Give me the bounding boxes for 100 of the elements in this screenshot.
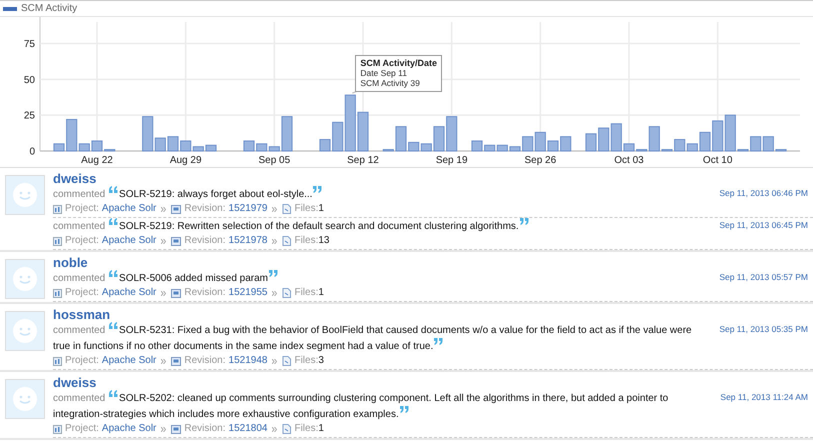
bar[interactable] bbox=[180, 140, 192, 152]
bar[interactable] bbox=[91, 140, 103, 152]
timestamp-link[interactable]: Sep 11, 2013 05:57 PM bbox=[719, 272, 808, 282]
bar[interactable] bbox=[674, 139, 686, 152]
bar[interactable] bbox=[446, 116, 458, 152]
files-label: Files: bbox=[294, 234, 318, 248]
bar[interactable] bbox=[509, 146, 521, 152]
revision-label: Revision: bbox=[184, 354, 226, 368]
timestamp-link[interactable]: Sep 11, 2013 05:35 PM bbox=[719, 324, 808, 334]
bar[interactable] bbox=[547, 140, 559, 152]
project-link[interactable]: Apache Solr bbox=[102, 234, 156, 248]
bar[interactable] bbox=[762, 136, 774, 152]
bar[interactable] bbox=[775, 149, 787, 152]
bar[interactable] bbox=[167, 136, 179, 152]
bar[interactable] bbox=[661, 149, 673, 152]
bar[interactable] bbox=[560, 136, 572, 152]
timestamp-link[interactable]: Sep 11, 2013 11:24 AM bbox=[720, 392, 808, 402]
chevron-icon bbox=[161, 206, 166, 212]
bar[interactable] bbox=[344, 94, 356, 152]
bar[interactable] bbox=[471, 140, 483, 152]
bar[interactable] bbox=[104, 149, 116, 152]
bar[interactable] bbox=[268, 146, 280, 152]
project-label: Project: bbox=[65, 286, 99, 300]
commit-message: commented SOLR-5202: cleaned up comments surrounding clustering component. Left all the algorithms in there, but added a pointer to integration-strategies which includes more exhaustive configuration examples. bbox=[53, 390, 698, 422]
bar[interactable] bbox=[737, 149, 749, 152]
bar[interactable] bbox=[534, 132, 546, 152]
bar[interactable] bbox=[433, 126, 445, 152]
x-tick-label: Oct 10 bbox=[702, 155, 732, 166]
user-name-link[interactable]: hossman bbox=[53, 307, 110, 322]
files-label: Files: bbox=[294, 286, 318, 300]
bar[interactable] bbox=[319, 139, 331, 152]
bar[interactable] bbox=[395, 126, 407, 152]
files-icon bbox=[282, 424, 292, 434]
revision-icon bbox=[171, 288, 182, 298]
tooltip-text: Date Sep 11 bbox=[360, 68, 408, 78]
bar[interactable] bbox=[281, 116, 293, 152]
revision-label: Revision: bbox=[184, 234, 226, 248]
tooltip-text: SCM Activity 39 bbox=[360, 78, 421, 88]
user-name-link[interactable]: dweiss bbox=[53, 375, 96, 390]
bar[interactable] bbox=[724, 114, 736, 152]
bar[interactable] bbox=[648, 126, 660, 152]
bar[interactable] bbox=[610, 123, 622, 152]
x-tick-label: Sep 12 bbox=[347, 155, 379, 166]
bar[interactable] bbox=[243, 140, 255, 152]
project-label: Project: bbox=[65, 202, 99, 216]
project-link[interactable]: Apache Solr bbox=[102, 286, 156, 300]
bar[interactable] bbox=[154, 138, 166, 152]
bar[interactable] bbox=[522, 136, 534, 152]
bar[interactable] bbox=[357, 112, 369, 152]
bar[interactable] bbox=[53, 143, 65, 152]
timestamp-link[interactable]: Sep 11, 2013 06:46 PM bbox=[719, 188, 808, 198]
bar[interactable] bbox=[382, 149, 394, 152]
revision-link[interactable]: 1521979 bbox=[228, 202, 268, 216]
bar[interactable] bbox=[142, 116, 154, 152]
y-tick-label: 50 bbox=[24, 74, 35, 86]
bar[interactable] bbox=[78, 143, 90, 152]
bar[interactable] bbox=[623, 143, 635, 152]
x-tick-label: Aug 29 bbox=[170, 155, 202, 166]
bar[interactable] bbox=[585, 133, 597, 152]
bar[interactable] bbox=[332, 122, 344, 152]
y-tick-label: 0 bbox=[29, 146, 35, 158]
bar[interactable] bbox=[66, 118, 78, 152]
files-label: Files: bbox=[294, 202, 318, 216]
bar[interactable] bbox=[408, 142, 420, 152]
y-tick-label: 75 bbox=[24, 39, 35, 50]
bar[interactable] bbox=[484, 144, 496, 152]
project-link[interactable]: Apache Solr bbox=[102, 354, 156, 368]
x-tick-label: Aug 22 bbox=[81, 155, 113, 166]
timestamp-link[interactable]: Sep 11, 2013 06:45 PM bbox=[719, 220, 808, 230]
bar[interactable] bbox=[712, 120, 724, 152]
revision-link[interactable]: 1521955 bbox=[228, 286, 268, 300]
bar[interactable] bbox=[496, 144, 508, 152]
bar[interactable] bbox=[192, 146, 204, 152]
bar[interactable] bbox=[636, 149, 648, 152]
chevron-icon bbox=[272, 238, 278, 244]
legend-swatch-icon bbox=[3, 6, 17, 10]
chevron-icon bbox=[272, 206, 278, 212]
bar[interactable] bbox=[420, 143, 432, 152]
revision-link[interactable]: 1521978 bbox=[228, 234, 268, 248]
project-icon bbox=[53, 236, 62, 246]
bar[interactable] bbox=[598, 128, 610, 152]
bar[interactable] bbox=[699, 132, 711, 152]
legend-label: SCM Activity bbox=[21, 3, 78, 14]
files-count: 1 bbox=[318, 202, 324, 216]
bar[interactable] bbox=[256, 143, 268, 152]
bar[interactable] bbox=[205, 144, 217, 152]
project-link[interactable]: Apache Solr bbox=[102, 422, 156, 436]
revision-link[interactable]: 1521948 bbox=[228, 354, 268, 368]
user-name-link[interactable]: dweiss bbox=[53, 171, 96, 186]
smiley-icon bbox=[12, 182, 38, 208]
revision-link[interactable]: 1521804 bbox=[228, 422, 268, 436]
revision-icon bbox=[171, 424, 182, 434]
bar[interactable] bbox=[750, 136, 762, 152]
x-tick-label: Sep 26 bbox=[524, 155, 556, 166]
smiley-icon bbox=[12, 318, 38, 344]
user-name-link[interactable]: noble bbox=[53, 255, 88, 270]
project-link[interactable]: Apache Solr bbox=[102, 202, 156, 216]
x-tick-label: Oct 03 bbox=[614, 155, 644, 166]
bar[interactable] bbox=[686, 143, 698, 152]
x-tick-label: Sep 05 bbox=[258, 155, 290, 166]
